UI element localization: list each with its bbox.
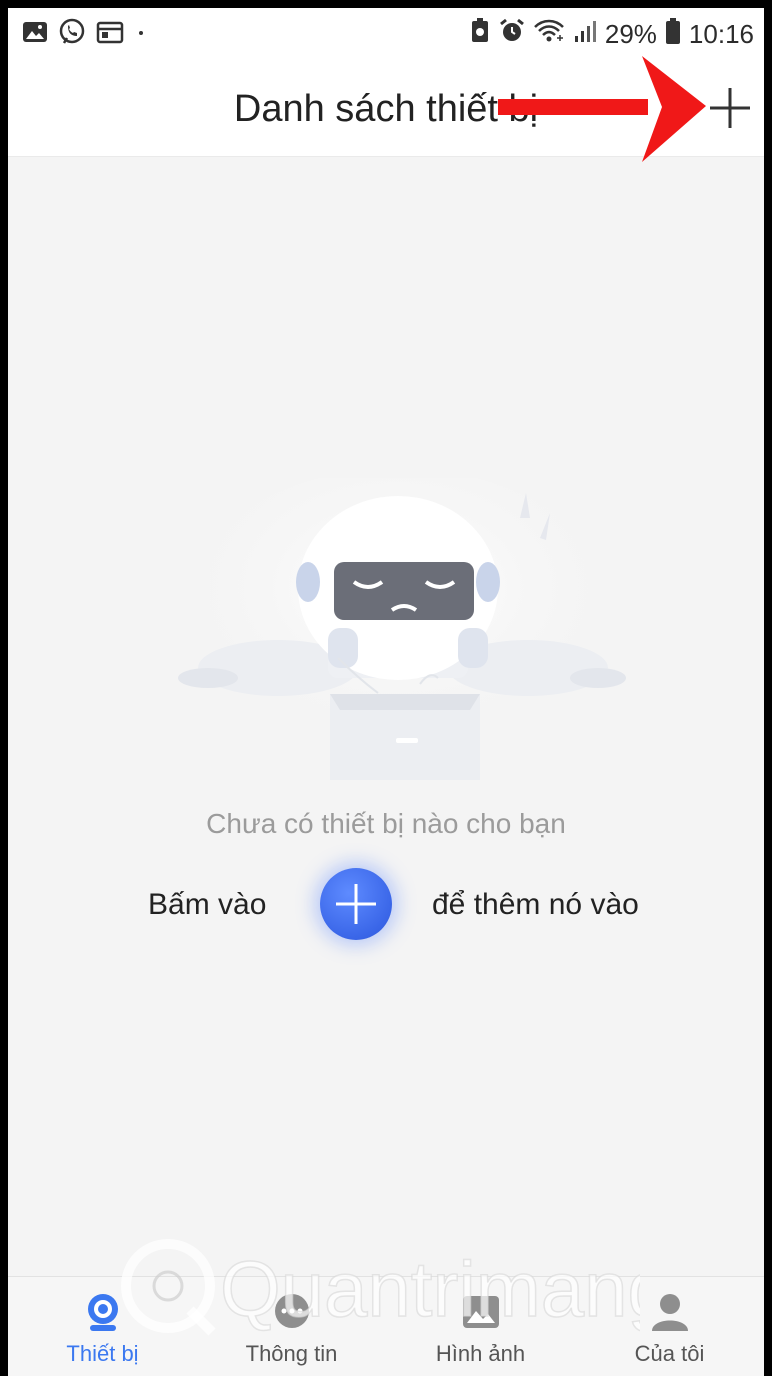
phone-screen: 29% 10:16 Danh sách thiết bị Chưa có thi…: [8, 8, 764, 1376]
tab-info[interactable]: Thông tin: [197, 1277, 386, 1376]
app-header: Danh sách thiết bị: [8, 60, 764, 157]
hint-after: để thêm nó vào: [432, 888, 639, 921]
add-device-circle-button[interactable]: [320, 868, 392, 940]
page-title: Danh sách thiết bị: [233, 88, 539, 130]
tab-label: Thông tin: [245, 1341, 338, 1366]
tab-profile[interactable]: Của tôi: [575, 1277, 764, 1376]
tab-images[interactable]: Hình ảnh: [386, 1277, 575, 1376]
battery-saver-icon: [469, 17, 491, 51]
robot-illustration: [178, 478, 626, 780]
image-icon: [463, 1296, 499, 1328]
status-left-icons: [22, 18, 148, 50]
clock: 10:16: [688, 18, 754, 49]
status-bar: 29% 10:16: [8, 8, 764, 60]
signal-icon: [573, 18, 597, 51]
camera-icon: [88, 1294, 118, 1331]
battery-percent: 29%: [604, 18, 657, 49]
add-device-button[interactable]: [704, 82, 756, 134]
status-right: 29% 10:16: [469, 17, 754, 52]
empty-state-message: Chưa có thiết bị nào cho bạn: [206, 808, 566, 839]
tab-label: Của tôi: [634, 1341, 705, 1366]
bottom-tab-bar: Thiết bị Thông tin Hình ảnh Của tôi: [8, 1276, 764, 1376]
dot-icon: [134, 20, 148, 49]
battery-icon: [665, 17, 681, 52]
hint-before: Bấm vào: [148, 888, 267, 921]
tab-label: Hình ảnh: [435, 1341, 526, 1366]
calendar-icon: [96, 20, 124, 49]
tab-label: Thiết bị: [66, 1341, 139, 1366]
plus-icon: [710, 88, 750, 128]
viber-icon: [58, 18, 86, 51]
plus-icon: [336, 884, 376, 924]
tab-devices[interactable]: Thiết bị: [8, 1277, 197, 1376]
wifi-icon: [533, 18, 565, 51]
alarm-icon: [499, 18, 525, 51]
gallery-icon: [22, 20, 48, 49]
chat-icon: [275, 1294, 309, 1328]
user-icon: [652, 1294, 688, 1331]
